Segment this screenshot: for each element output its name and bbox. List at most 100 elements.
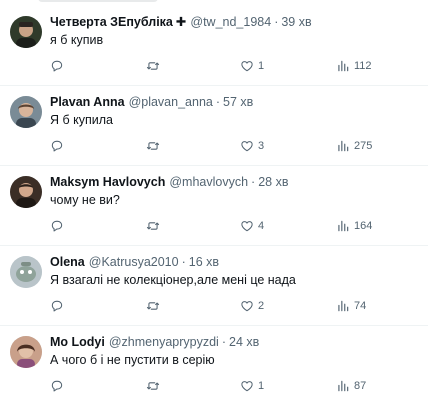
avatar[interactable] [10,336,42,368]
views-button[interactable]: 112 [336,57,372,75]
tweet[interactable]: Четверта ЗЕпубліка ✚ @tw_nd_1984 · 39 хв… [0,6,428,86]
like-button[interactable]: 1 [240,57,264,75]
action-bar: 3 275 [50,137,422,155]
reply-button[interactable] [50,217,64,235]
avatar[interactable] [10,256,42,288]
timestamp[interactable]: 24 хв [229,334,259,351]
action-bar: 2 74 [50,297,422,315]
retweet-icon [146,302,160,310]
reply-icon [51,140,63,152]
timestamp[interactable]: 16 хв [189,254,219,271]
reply-button[interactable] [50,137,64,155]
like-button[interactable]: 3 [240,137,264,155]
tweet-content: Olena @Katrusya2010 · 16 хв Я взагалі не… [50,254,422,289]
retweet-icon [146,62,160,70]
views-icon [338,140,349,152]
retweet-icon [146,382,160,390]
tweet[interactable]: Olena @Katrusya2010 · 16 хв Я взагалі не… [0,246,428,326]
display-name[interactable]: Maksym Havlovych [50,174,165,191]
views-icon [338,60,349,72]
avatar[interactable] [10,176,42,208]
like-count: 2 [258,300,265,312]
like-button[interactable]: 2 [240,297,264,315]
tweet[interactable]: Maksym Havlovych @mhavlovych · 28 хв чом… [0,166,428,246]
retweet-button[interactable] [146,137,160,155]
tweet-text: чому не ви? [50,193,120,207]
username[interactable]: @Katrusya2010 [89,254,179,271]
separator: · [181,255,186,269]
retweet-button[interactable] [146,377,160,395]
retweet-button[interactable] [146,217,160,235]
tweet-text: Я взагалі не колекціонер,але мені це над… [50,273,296,287]
reply-button[interactable] [50,377,64,395]
reply-button[interactable] [50,297,64,315]
display-name[interactable]: Olena [50,254,85,271]
tweet-header: Olena @Katrusya2010 · 16 хв [50,254,422,271]
action-bar: 1 87 [50,377,422,395]
reply-icon [51,300,63,312]
views-icon [338,220,349,232]
like-count: 3 [258,140,265,152]
like-count: 1 [258,380,265,392]
tweet-header: Mo Lodyi @zhmenyaprypyzdi · 24 хв [50,334,422,351]
view-count: 112 [354,60,372,72]
tweet-text: А чого б і не пустити в серію [50,353,215,367]
reply-icon [51,220,63,232]
retweet-button[interactable] [146,57,160,75]
timestamp[interactable]: 57 хв [223,94,253,111]
tweet-content: Maksym Havlovych @mhavlovych · 28 хв чом… [50,174,422,209]
action-bar: 1 112 [50,57,422,75]
view-count: 275 [354,140,373,152]
like-count: 4 [258,220,265,232]
tweet-header: Четверта ЗЕпубліка ✚ @tw_nd_1984 · 39 хв [50,14,422,31]
views-icon [338,300,349,312]
retweet-button[interactable] [146,297,160,315]
tweet-header: Maksym Havlovych @mhavlovych · 28 хв [50,174,422,191]
views-button[interactable]: 164 [336,217,372,235]
heart-icon [241,141,253,152]
views-button[interactable]: 275 [336,137,372,155]
heart-icon [241,381,253,392]
reply-feed: Четверта ЗЕпубліка ✚ @tw_nd_1984 · 39 хв… [0,6,428,406]
avatar[interactable] [10,96,42,128]
separator: · [251,175,256,189]
separator: · [274,15,279,29]
heart-icon [241,61,253,72]
display-name[interactable]: Четверта ЗЕпубліка [50,14,173,31]
timestamp[interactable]: 28 хв [258,174,288,191]
heart-icon [241,301,253,312]
username[interactable]: @tw_nd_1984 [190,14,271,31]
separator: · [221,335,226,349]
display-name[interactable]: Mo Lodyi [50,334,105,351]
action-bar: 4 164 [50,217,422,235]
display-name[interactable]: Plavan Anna [50,94,125,111]
tweet-header: Plavan Anna @plavan_anna · 57 хв [50,94,422,111]
badge-icon: ✚ [175,15,187,29]
views-icon [338,380,349,392]
tweet[interactable]: Mo Lodyi @zhmenyaprypyzdi · 24 хв А чого… [0,326,428,406]
username[interactable]: @zhmenyaprypyzdi [109,334,219,351]
views-button[interactable]: 87 [336,377,366,395]
like-count: 1 [258,60,265,72]
username[interactable]: @plavan_anna [129,94,213,111]
like-button[interactable]: 4 [240,217,264,235]
tweet-content: Четверта ЗЕпубліка ✚ @tw_nd_1984 · 39 хв… [50,14,422,49]
like-button[interactable]: 1 [240,377,264,395]
view-count: 87 [354,380,367,392]
view-count: 164 [354,220,373,232]
reply-button[interactable] [50,57,64,75]
retweet-icon [146,222,160,230]
view-count: 74 [354,300,367,312]
reply-icon [51,60,63,72]
views-button[interactable]: 74 [336,297,366,315]
timestamp[interactable]: 39 хв [281,14,311,31]
separator: · [215,95,221,109]
tweet-content: Mo Lodyi @zhmenyaprypyzdi · 24 хв А чого… [50,334,422,369]
tweet[interactable]: Plavan Anna @plavan_anna · 57 хв Я б куп… [0,86,428,166]
tweet-text: Я б купила [50,113,113,127]
avatar[interactable] [10,16,42,48]
tweet-text: я б купив [50,33,104,47]
retweet-icon [146,142,160,150]
username[interactable]: @mhavlovych [169,174,248,191]
reply-icon [51,380,63,392]
